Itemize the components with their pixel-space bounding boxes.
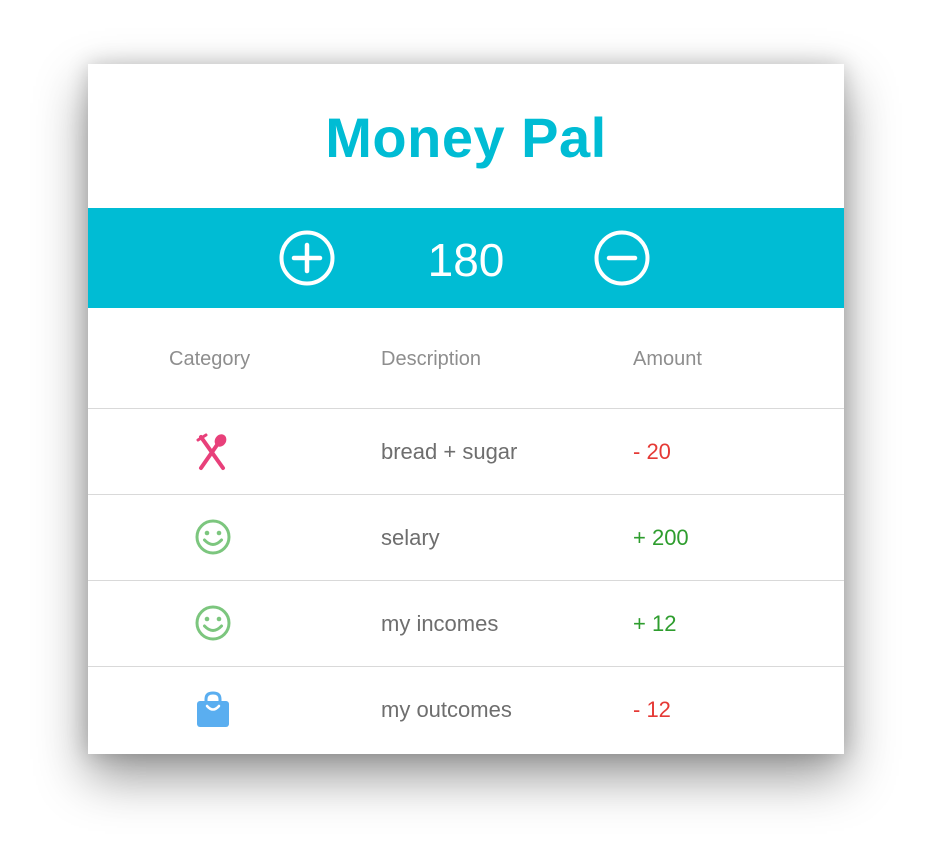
balance-value: 180 (427, 234, 505, 286)
table-row[interactable]: my incomes + 12 (88, 581, 844, 667)
table-header: Category Description Amount (88, 308, 844, 409)
subtract-transaction-button[interactable] (594, 230, 650, 286)
fork-spoon-icon (193, 432, 233, 472)
row-description: selary (381, 525, 440, 550)
app-header: Money Pal (88, 64, 844, 208)
row-description: my incomes (381, 611, 499, 636)
shopping-bag-icon (193, 690, 233, 730)
table-row[interactable]: my outcomes - 12 (88, 667, 844, 752)
app-title: Money Pal (325, 106, 607, 169)
row-description: bread + sugar (381, 439, 518, 464)
balance-bar: 180 (88, 208, 844, 308)
row-amount: + 200 (633, 525, 689, 550)
transactions-table: Category Description Amount bread + suga… (88, 308, 844, 752)
row-amount: - 20 (633, 439, 671, 464)
minus-circle-icon (594, 230, 650, 286)
row-description: my outcomes (381, 697, 512, 722)
row-amount: + 12 (633, 611, 677, 636)
column-header-category[interactable]: Category (169, 348, 250, 371)
smiley-icon (193, 518, 233, 558)
table-row[interactable]: selary + 200 (88, 495, 844, 581)
smiley-icon (193, 604, 233, 644)
app-window: Money Pal 180 Category Description Amoun… (88, 64, 844, 754)
table-row[interactable]: bread + sugar - 20 (88, 409, 844, 495)
row-amount: - 12 (633, 697, 671, 722)
column-header-description[interactable]: Description (381, 348, 481, 371)
column-header-amount[interactable]: Amount (633, 348, 702, 371)
